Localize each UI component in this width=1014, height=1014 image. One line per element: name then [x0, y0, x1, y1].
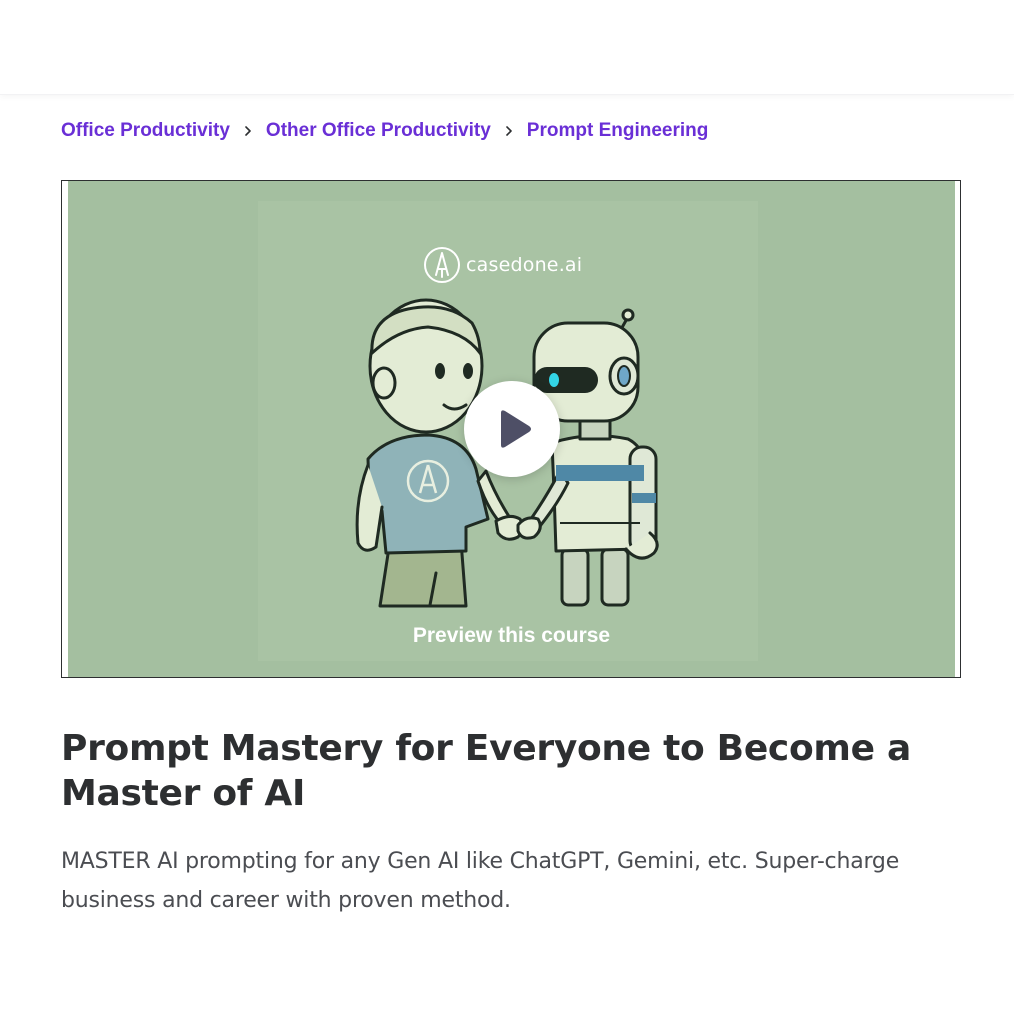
preview-thumbnail: casedone.ai Preview this course — [68, 181, 955, 677]
course-subtitle: MASTER AI prompting for any Gen AI like … — [61, 849, 900, 913]
course-title: Prompt Mastery for Everyone to Become a … — [61, 728, 911, 814]
chevron-right-icon — [230, 125, 266, 137]
brand-name: casedone.ai — [466, 254, 583, 276]
breadcrumb-other-office-productivity[interactable]: Other Office Productivity — [266, 120, 491, 142]
breadcrumb-prompt-engineering[interactable]: Prompt Engineering — [527, 120, 709, 142]
breadcrumb: Office Productivity Other Office Product… — [61, 116, 708, 146]
course-preview-video[interactable]: casedone.ai Preview this course — [61, 180, 961, 678]
brand-logo: casedone.ai — [422, 245, 582, 285]
breadcrumb-office-productivity[interactable]: Office Productivity — [61, 120, 230, 142]
play-button[interactable] — [464, 381, 560, 477]
preview-course-label[interactable]: Preview this course — [68, 624, 955, 648]
play-icon — [501, 410, 531, 448]
top-header-bar — [0, 0, 1014, 95]
chevron-right-icon — [491, 125, 527, 137]
rocket-logo-icon — [424, 247, 460, 283]
